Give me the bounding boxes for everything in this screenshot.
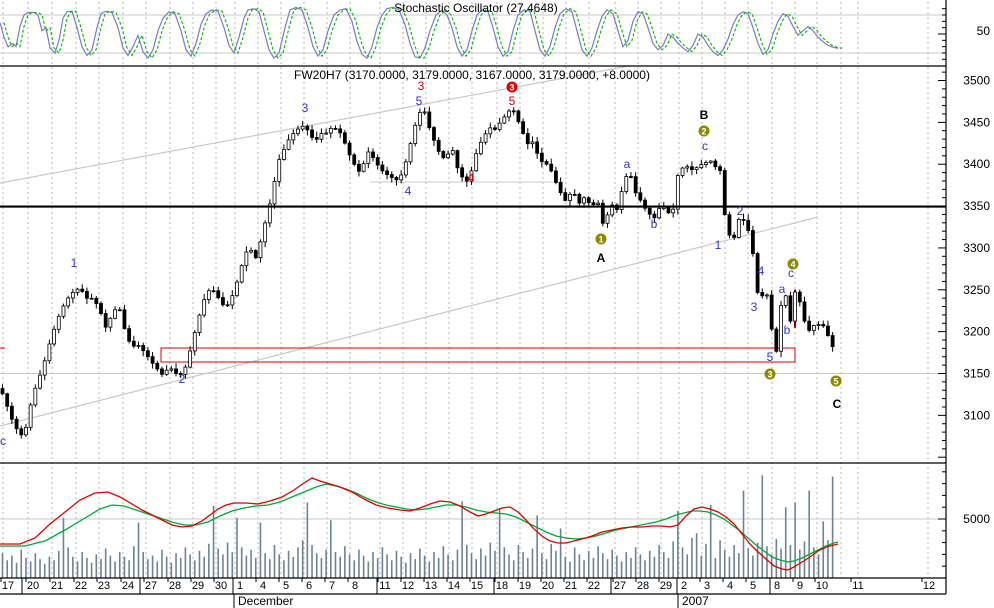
volume-axis-label: 5000 [963, 512, 990, 526]
volume-bars [1, 475, 834, 578]
horizontal-gridlines [0, 14, 946, 520]
volume-ma-fast-line [0, 477, 839, 571]
volume-ma-slow-line [0, 483, 839, 563]
wave-label-A: A [597, 251, 606, 265]
date-label: 21 [565, 580, 577, 592]
date-label: 2 [681, 580, 687, 592]
wave-label-b: b [651, 217, 658, 231]
metastock-chart-window: Stochastic Oscillator (27.4648) FW20H7 (… [0, 0, 994, 608]
wave-label-C: C [833, 397, 842, 411]
date-label: 4 [727, 580, 733, 592]
support-zone-box [0, 290, 796, 363]
date-label: 17 [2, 580, 14, 592]
wave-label-5: 5 [416, 94, 423, 108]
svg-text:2: 2 [701, 127, 706, 137]
wave-label-c: c [0, 434, 6, 448]
price-axis-label: 3250 [963, 283, 990, 297]
wave-label-a: a [779, 282, 786, 296]
date-label: 22 [75, 580, 87, 592]
date-label: 22 [588, 580, 600, 592]
date-label: 30 [215, 580, 227, 592]
date-label: 18 [496, 580, 508, 592]
wave-label-a: a [624, 157, 631, 171]
wave-label-4: 4 [468, 171, 475, 185]
date-label: 10 [816, 580, 828, 592]
svg-text:5: 5 [833, 377, 838, 387]
wave-label-3: 3 [751, 300, 758, 314]
date-label: 27 [614, 580, 626, 592]
wave-label-4: 4 [758, 264, 765, 278]
wave-label-2: 2 [179, 372, 186, 386]
price-panel-title: FW20H7 (3170.0000, 3179.0000, 3167.0000,… [294, 68, 650, 82]
price-axis-label: 3150 [963, 367, 990, 381]
wave-label-3: 3 [302, 101, 309, 115]
wave-label-B: B [700, 108, 709, 122]
price-axis-label: 3400 [963, 157, 990, 171]
panel-borders [0, 65, 946, 595]
date-label: 11 [379, 580, 390, 592]
svg-text:1: 1 [598, 235, 603, 245]
date-label: 4 [260, 580, 266, 592]
price-axis-label: 3100 [963, 408, 990, 422]
right-axis: 50 3500 3450 3400 3350 3300 3250 3200 3150 3100 50… [938, 0, 990, 594]
date-label: 19 [519, 580, 531, 592]
date-label: 11 [852, 580, 863, 592]
wave-label-c: c [702, 139, 708, 153]
date-label: 9 [797, 580, 803, 592]
price-axis-label: 3200 [963, 325, 990, 339]
date-label: 20 [542, 580, 554, 592]
chart-canvas[interactable]: 50 3500 3450 3400 3350 3300 3250 3200 3150 3100 50… [0, 0, 994, 608]
date-label: 8 [352, 580, 358, 592]
wave-label-5: 5 [509, 94, 516, 108]
date-label: 8 [774, 580, 780, 592]
svg-text:3: 3 [509, 83, 514, 93]
date-label: 12 [402, 580, 414, 592]
date-label: 13 [425, 580, 437, 592]
svg-text:3: 3 [767, 370, 772, 380]
date-label: 14 [448, 580, 460, 592]
date-label: 7 [329, 580, 335, 592]
price-axis-label: 3450 [963, 115, 990, 129]
date-label: 15 [471, 580, 483, 592]
price-axis-label: 3350 [963, 199, 990, 213]
wave-label-1: 1 [71, 256, 78, 270]
price-axis-label: 3300 [963, 241, 990, 255]
date-label: 28 [637, 580, 649, 592]
date-label: 12 [923, 580, 935, 592]
date-label: 27 [145, 580, 157, 592]
date-label: 29 [192, 580, 204, 592]
wave-label-5: 5 [767, 350, 774, 364]
date-label: 21 [51, 580, 63, 592]
stochastic-panel-title: Stochastic Oscillator (27.4648) [394, 1, 558, 15]
stoch-axis-label: 50 [977, 24, 991, 38]
date-axis: 17 20 21 22 23 24 27 28 29 30 1 4 5 6 7 8 11 12 13 14 15 18 19… [0, 578, 935, 608]
date-label: 5 [750, 580, 756, 592]
month-label: 2007 [682, 594, 709, 608]
date-label: 5 [283, 580, 289, 592]
date-label: 29 [660, 580, 672, 592]
month-label: December [238, 594, 293, 608]
wave-label-1: 1 [715, 238, 722, 252]
date-label: 6 [306, 580, 312, 592]
date-label: 3 [704, 580, 710, 592]
date-label: 20 [27, 580, 39, 592]
wave-label-b: b [784, 323, 791, 337]
svg-text:4: 4 [790, 260, 795, 270]
volume-ma-lines [0, 477, 839, 571]
date-label: 24 [122, 580, 134, 592]
price-candlesticks [0, 106, 835, 439]
price-axis-label: 3500 [963, 74, 990, 88]
wave-label-4: 4 [405, 184, 412, 198]
wave-annotations: c12345345abcBAC12345abc123453 [0, 79, 842, 448]
date-label: 23 [98, 580, 110, 592]
date-label: 28 [169, 580, 181, 592]
vertical-gridlines [2, 2, 929, 578]
wave-label-2: 2 [737, 204, 744, 218]
date-label: 1 [237, 580, 243, 592]
